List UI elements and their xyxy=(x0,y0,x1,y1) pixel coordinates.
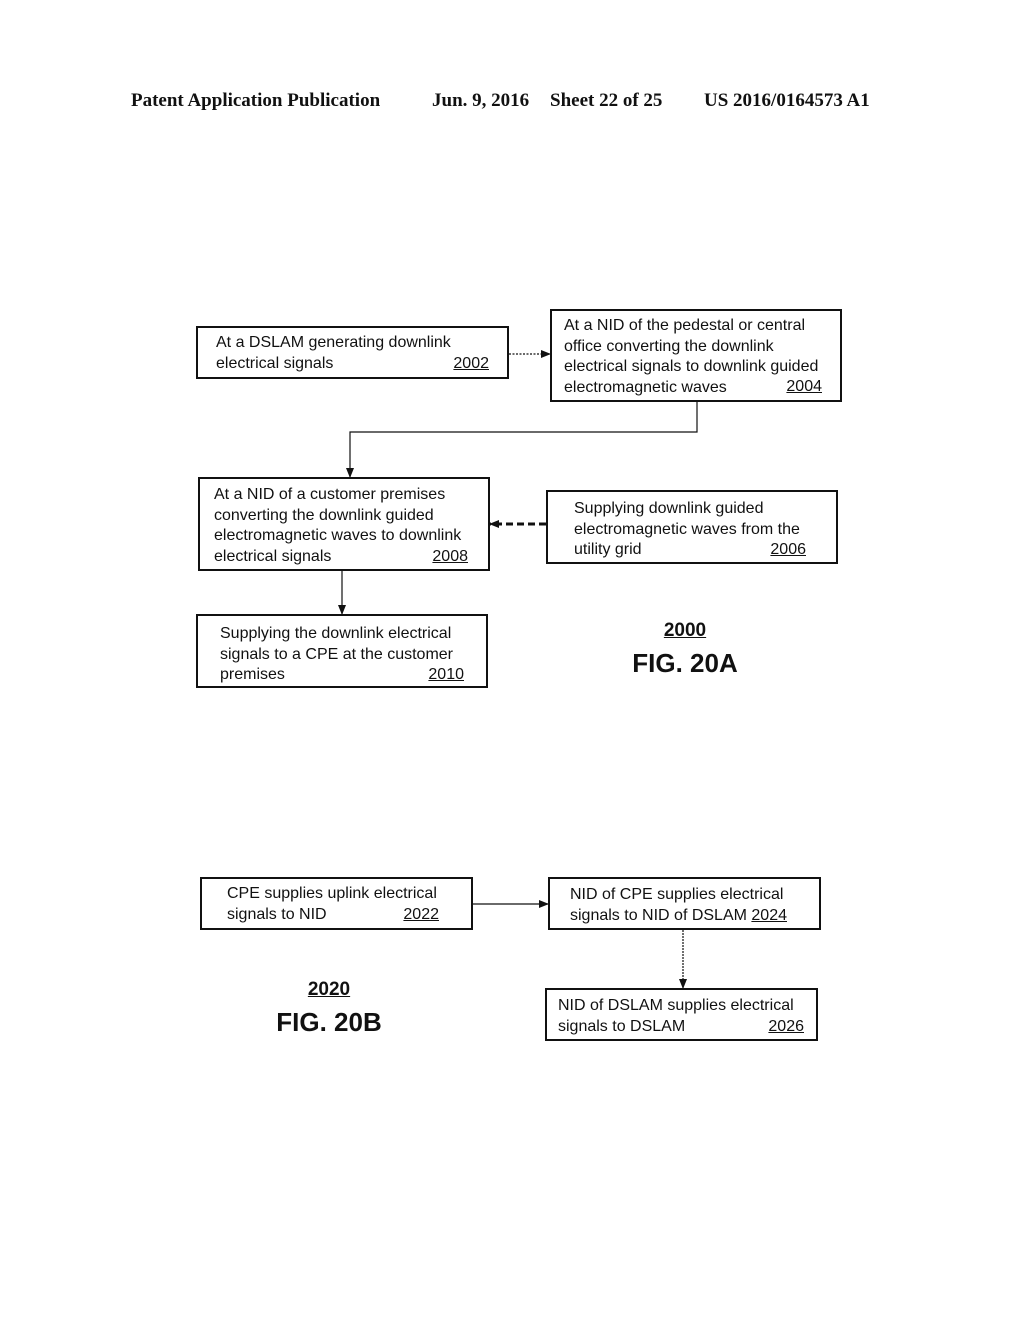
edge-2004-2008 xyxy=(346,402,698,478)
step-ref: 2010 xyxy=(428,666,464,683)
step-text-line: electrical signals xyxy=(214,547,332,565)
step-ref: 2002 xyxy=(453,355,489,372)
step-2024: NID of CPE supplies electrical signals t… xyxy=(548,877,821,930)
figure-label-20b: 2020 FIG. 20B xyxy=(264,979,394,1038)
step-text-line: Supplying the downlink electrical xyxy=(220,625,452,642)
step-2004: At a NID of the pedestal or central offi… xyxy=(550,309,842,402)
step-2006: Supplying downlink guided electromagneti… xyxy=(546,490,838,564)
figure-title: FIG. 20A xyxy=(632,648,738,678)
connectors xyxy=(338,350,698,989)
step-text-line: signals to NID of DSLAM xyxy=(570,906,747,924)
step-text-line: NID of DSLAM supplies electrical xyxy=(558,997,794,1014)
step-2002: At a DSLAM generating downlink electrica… xyxy=(196,326,509,379)
step-ref: 2006 xyxy=(770,541,806,558)
step-text-line: signals to a CPE at the customer xyxy=(220,645,453,663)
step-2010: Supplying the downlink electrical signal… xyxy=(196,614,488,688)
figure-title: FIG. 20B xyxy=(276,1007,382,1037)
step-text-line: electromagnetic waves to downlink xyxy=(214,527,462,544)
step-ref: 2024 xyxy=(751,906,787,924)
step-text-line: NID of CPE supplies electrical xyxy=(570,886,784,903)
step-ref: 2022 xyxy=(403,906,439,923)
step-text-line: At a NID of a customer premises xyxy=(214,486,446,503)
step-text-line: electromagnetic waves xyxy=(564,378,727,396)
figure-label-20a: 2000 FIG. 20A xyxy=(620,620,750,679)
step-ref: 2004 xyxy=(786,378,822,395)
step-text-line: electromagnetic waves from the xyxy=(574,520,800,538)
step-2008: At a NID of a customer premises converti… xyxy=(198,477,490,571)
step-ref: 2026 xyxy=(768,1018,804,1035)
step-text-line: At a DSLAM generating downlink xyxy=(216,334,451,351)
step-text-line: signals to DSLAM xyxy=(558,1017,686,1035)
step-text-line: electrical signals xyxy=(216,354,334,372)
step-text-line: electrical signals to downlink guided xyxy=(564,358,819,375)
step-ref: 2008 xyxy=(432,548,468,565)
figure-ref: 2020 xyxy=(307,979,351,1000)
step-text-line: At a NID of the pedestal or central xyxy=(564,317,806,334)
step-text-line: CPE supplies uplink electrical xyxy=(227,885,437,902)
step-text-line: converting the downlink guided xyxy=(214,506,434,524)
figure-ref: 2000 xyxy=(663,620,707,641)
step-2026: NID of DSLAM supplies electrical signals… xyxy=(545,988,818,1041)
step-text-line: Supplying downlink guided xyxy=(574,500,764,517)
step-text-line: office converting the downlink xyxy=(564,337,774,355)
step-2022: CPE supplies uplink electrical signals t… xyxy=(200,877,473,930)
step-text-line: utility grid xyxy=(574,541,642,558)
step-text-line: premises xyxy=(220,666,285,683)
